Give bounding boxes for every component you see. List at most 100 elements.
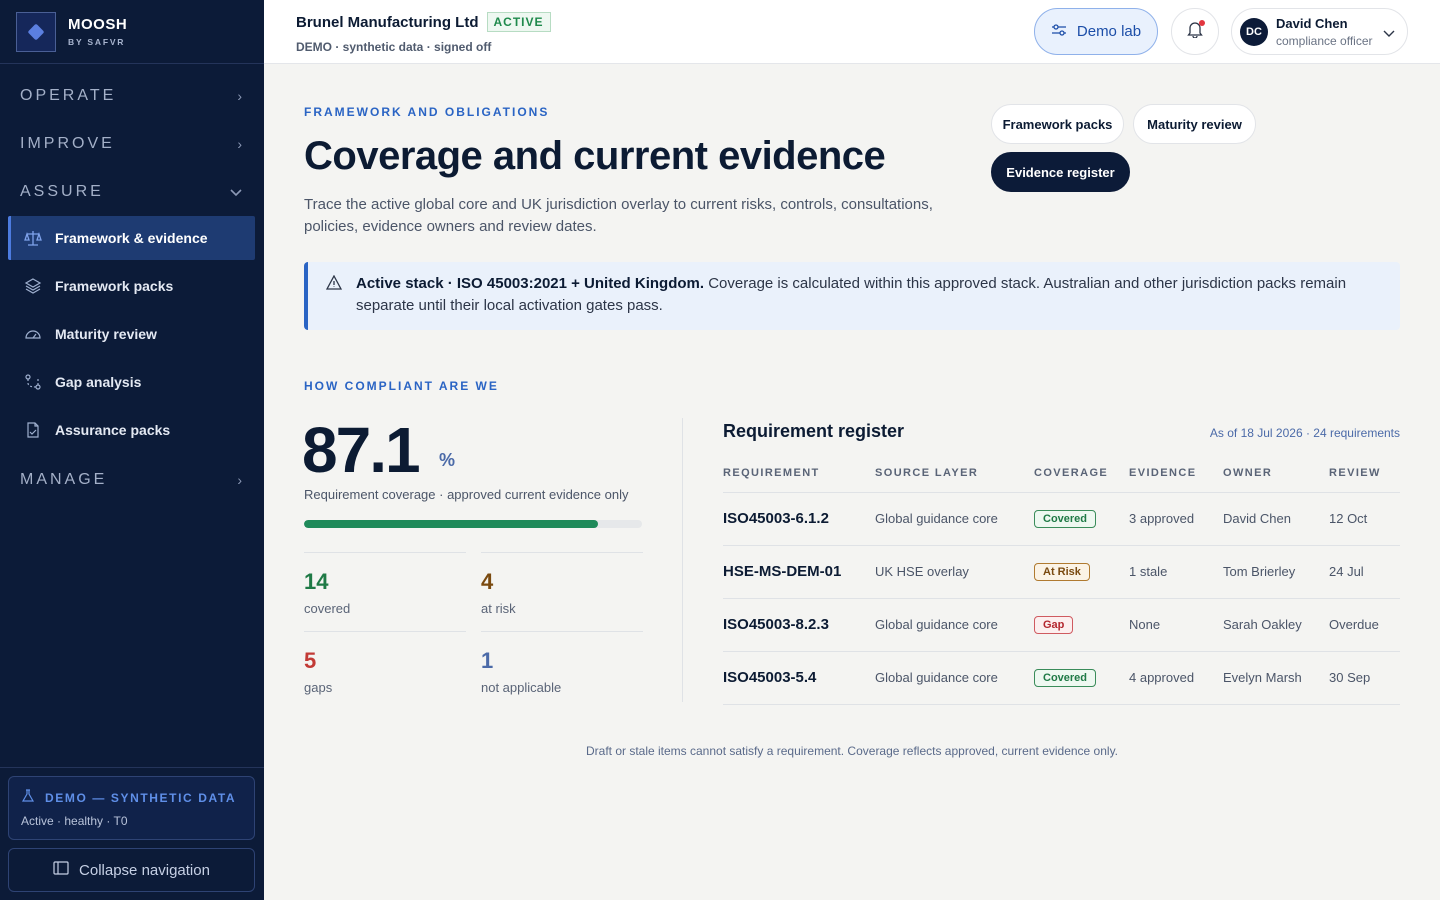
column-header[interactable]: SOURCE LAYER bbox=[875, 454, 1034, 493]
top-bar: Brunel Manufacturing Ltd ACTIVE DEMO · s… bbox=[264, 0, 1440, 64]
column-header[interactable]: OWNER bbox=[1223, 454, 1329, 493]
nav-section-improve[interactable]: IMPROVE › bbox=[0, 120, 264, 168]
sidebar-item-framework-packs[interactable]: Framework packs bbox=[8, 264, 255, 308]
sidebar-item-gap-analysis[interactable]: Gap analysis bbox=[8, 360, 255, 404]
compliance-section-label: HOW COMPLIANT ARE WE bbox=[304, 379, 499, 393]
sidebar-item-label: Framework packs bbox=[55, 278, 174, 294]
coverage-cell: Covered bbox=[1034, 651, 1129, 705]
table-row[interactable]: ISO45003-8.2.3 Global guidance core Gap … bbox=[723, 598, 1400, 652]
coverage-cell: At Risk bbox=[1034, 545, 1129, 599]
nav-section-manage[interactable]: MANAGE › bbox=[0, 456, 264, 504]
user-menu[interactable]: DC David Chen compliance officer bbox=[1231, 8, 1408, 55]
nav-section-label: ASSURE bbox=[20, 183, 104, 200]
chevron-right-icon: › bbox=[237, 472, 242, 488]
table-row[interactable]: HSE-MS-DEM-01 UK HSE overlay At Risk 1 s… bbox=[723, 545, 1400, 599]
table-row[interactable]: ISO45003-6.1.2 Global guidance core Cove… bbox=[723, 492, 1400, 546]
brand-logo bbox=[16, 11, 56, 52]
user-role: compliance officer bbox=[1276, 33, 1373, 48]
nav-section-operate[interactable]: OPERATE › bbox=[0, 72, 264, 120]
demo-title: DEMO — SYNTHETIC DATA bbox=[45, 790, 237, 805]
sidebar-item-label: Maturity review bbox=[55, 326, 157, 342]
requirement-id[interactable]: ISO45003-5.4 bbox=[723, 651, 875, 705]
maturity-review-button[interactable]: Maturity review bbox=[1133, 104, 1256, 144]
scale-icon bbox=[24, 229, 42, 247]
layers-icon bbox=[24, 277, 42, 295]
table-row[interactable]: ISO45003-5.4 Global guidance core Covere… bbox=[723, 651, 1400, 705]
evidence-cell: 1 stale bbox=[1129, 545, 1223, 599]
sidebar-item-label: Gap analysis bbox=[55, 374, 142, 390]
gauge-icon bbox=[24, 325, 42, 343]
coverage-progress-fill bbox=[304, 520, 599, 528]
coverage-progress-bar bbox=[304, 520, 642, 528]
coverage-badge: Covered bbox=[1034, 668, 1097, 687]
page-title: Coverage and current evidence bbox=[304, 134, 886, 178]
evidence-register-button[interactable]: Evidence register bbox=[991, 152, 1130, 192]
requirement-id[interactable]: ISO45003-8.2.3 bbox=[723, 598, 875, 652]
evidence-cell: 4 approved bbox=[1129, 651, 1223, 705]
requirement-id[interactable]: HSE-MS-DEM-01 bbox=[723, 545, 875, 599]
sidebar-item-label: Assurance packs bbox=[55, 422, 171, 438]
requirement-register-table: REQUIREMENT SOURCE LAYER COVERAGE EVIDEN… bbox=[723, 454, 1400, 705]
stat-at-risk: 4 at risk bbox=[481, 552, 643, 616]
nav-section-assure[interactable]: ASSURE bbox=[0, 168, 264, 216]
coverage-badge: At Risk bbox=[1034, 562, 1090, 581]
sidebar-item-framework-evidence[interactable]: Framework & evidence bbox=[8, 216, 255, 260]
warning-icon bbox=[325, 274, 343, 297]
notifications-button[interactable] bbox=[1171, 8, 1219, 55]
brand-name: MOOSH bbox=[68, 16, 128, 33]
coverage-cell: Gap bbox=[1034, 598, 1129, 652]
demo-lab-button[interactable]: Demo lab bbox=[1034, 8, 1158, 55]
column-header[interactable]: EVIDENCE bbox=[1129, 454, 1223, 493]
collapse-navigation-button[interactable]: Collapse navigation bbox=[8, 848, 255, 892]
sliders-icon bbox=[1051, 23, 1067, 41]
demo-lab-label: Demo lab bbox=[1076, 23, 1142, 40]
page-description: Trace the active global core and UK juri… bbox=[304, 196, 933, 235]
collapse-label: Collapse navigation bbox=[79, 861, 210, 879]
coverage-badge: Covered bbox=[1034, 509, 1097, 528]
flask-icon bbox=[21, 789, 35, 806]
owner-cell: Sarah Oakley bbox=[1223, 598, 1329, 652]
coverage-badge: Gap bbox=[1034, 615, 1074, 634]
vertical-divider bbox=[682, 418, 683, 702]
stat-label: at risk bbox=[481, 601, 516, 616]
evidence-cell: None bbox=[1129, 598, 1223, 652]
sidebar-item-assurance-packs[interactable]: Assurance packs bbox=[8, 408, 255, 452]
status-badge: ACTIVE bbox=[486, 12, 551, 32]
avatar: DC bbox=[1240, 17, 1268, 46]
column-header[interactable]: REQUIREMENT bbox=[723, 454, 875, 493]
stat-label: gaps bbox=[304, 680, 333, 695]
demo-status-box[interactable]: DEMO — SYNTHETIC DATA Active · healthy ·… bbox=[8, 776, 255, 840]
coverage-percentage: 87.1 bbox=[302, 414, 421, 486]
route-icon bbox=[24, 373, 42, 391]
notification-dot bbox=[1199, 20, 1205, 26]
chevron-right-icon: › bbox=[237, 136, 242, 152]
percent-unit: % bbox=[439, 450, 456, 470]
requirement-id[interactable]: ISO45003-6.1.2 bbox=[723, 492, 875, 546]
evidence-cell: 3 approved bbox=[1129, 492, 1223, 546]
table-header-row: REQUIREMENT SOURCE LAYER COVERAGE EVIDEN… bbox=[723, 454, 1400, 493]
stat-number: 5 bbox=[304, 648, 317, 673]
brand[interactable]: MOOSH BY SAFVR bbox=[0, 0, 264, 64]
review-cell: Overdue bbox=[1329, 598, 1400, 652]
nav-section-label: MANAGE bbox=[20, 471, 108, 488]
framework-packs-button[interactable]: Framework packs bbox=[991, 104, 1124, 144]
column-header[interactable]: COVERAGE bbox=[1034, 454, 1129, 493]
column-header[interactable]: REVIEW bbox=[1329, 454, 1400, 493]
alert-heading: Active stack · ISO 45003:2021 + United K… bbox=[356, 275, 705, 292]
chevron-down-icon bbox=[230, 184, 242, 200]
brand-sub: BY SAFVR bbox=[68, 37, 126, 47]
review-cell: 30 Sep bbox=[1329, 651, 1400, 705]
register-meta: As of 18 Jul 2026 · 24 requirements bbox=[1209, 426, 1400, 440]
nav-section-label: IMPROVE bbox=[20, 135, 115, 152]
demo-subtitle: Active · healthy · T0 bbox=[21, 814, 128, 828]
page-eyebrow: FRAMEWORK AND OBLIGATIONS bbox=[304, 105, 550, 119]
stat-covered: 14 covered bbox=[304, 552, 466, 616]
review-cell: 12 Oct bbox=[1329, 492, 1400, 546]
stat-label: covered bbox=[304, 601, 351, 616]
coverage-caption: Requirement coverage · approved current … bbox=[304, 487, 629, 502]
stat-label: not applicable bbox=[481, 680, 562, 695]
chevron-down-icon bbox=[1383, 25, 1395, 43]
stat-number: 14 bbox=[304, 569, 329, 594]
sidebar-item-maturity-review[interactable]: Maturity review bbox=[8, 312, 255, 356]
active-stack-alert: Active stack · ISO 45003:2021 + United K… bbox=[304, 262, 1400, 330]
